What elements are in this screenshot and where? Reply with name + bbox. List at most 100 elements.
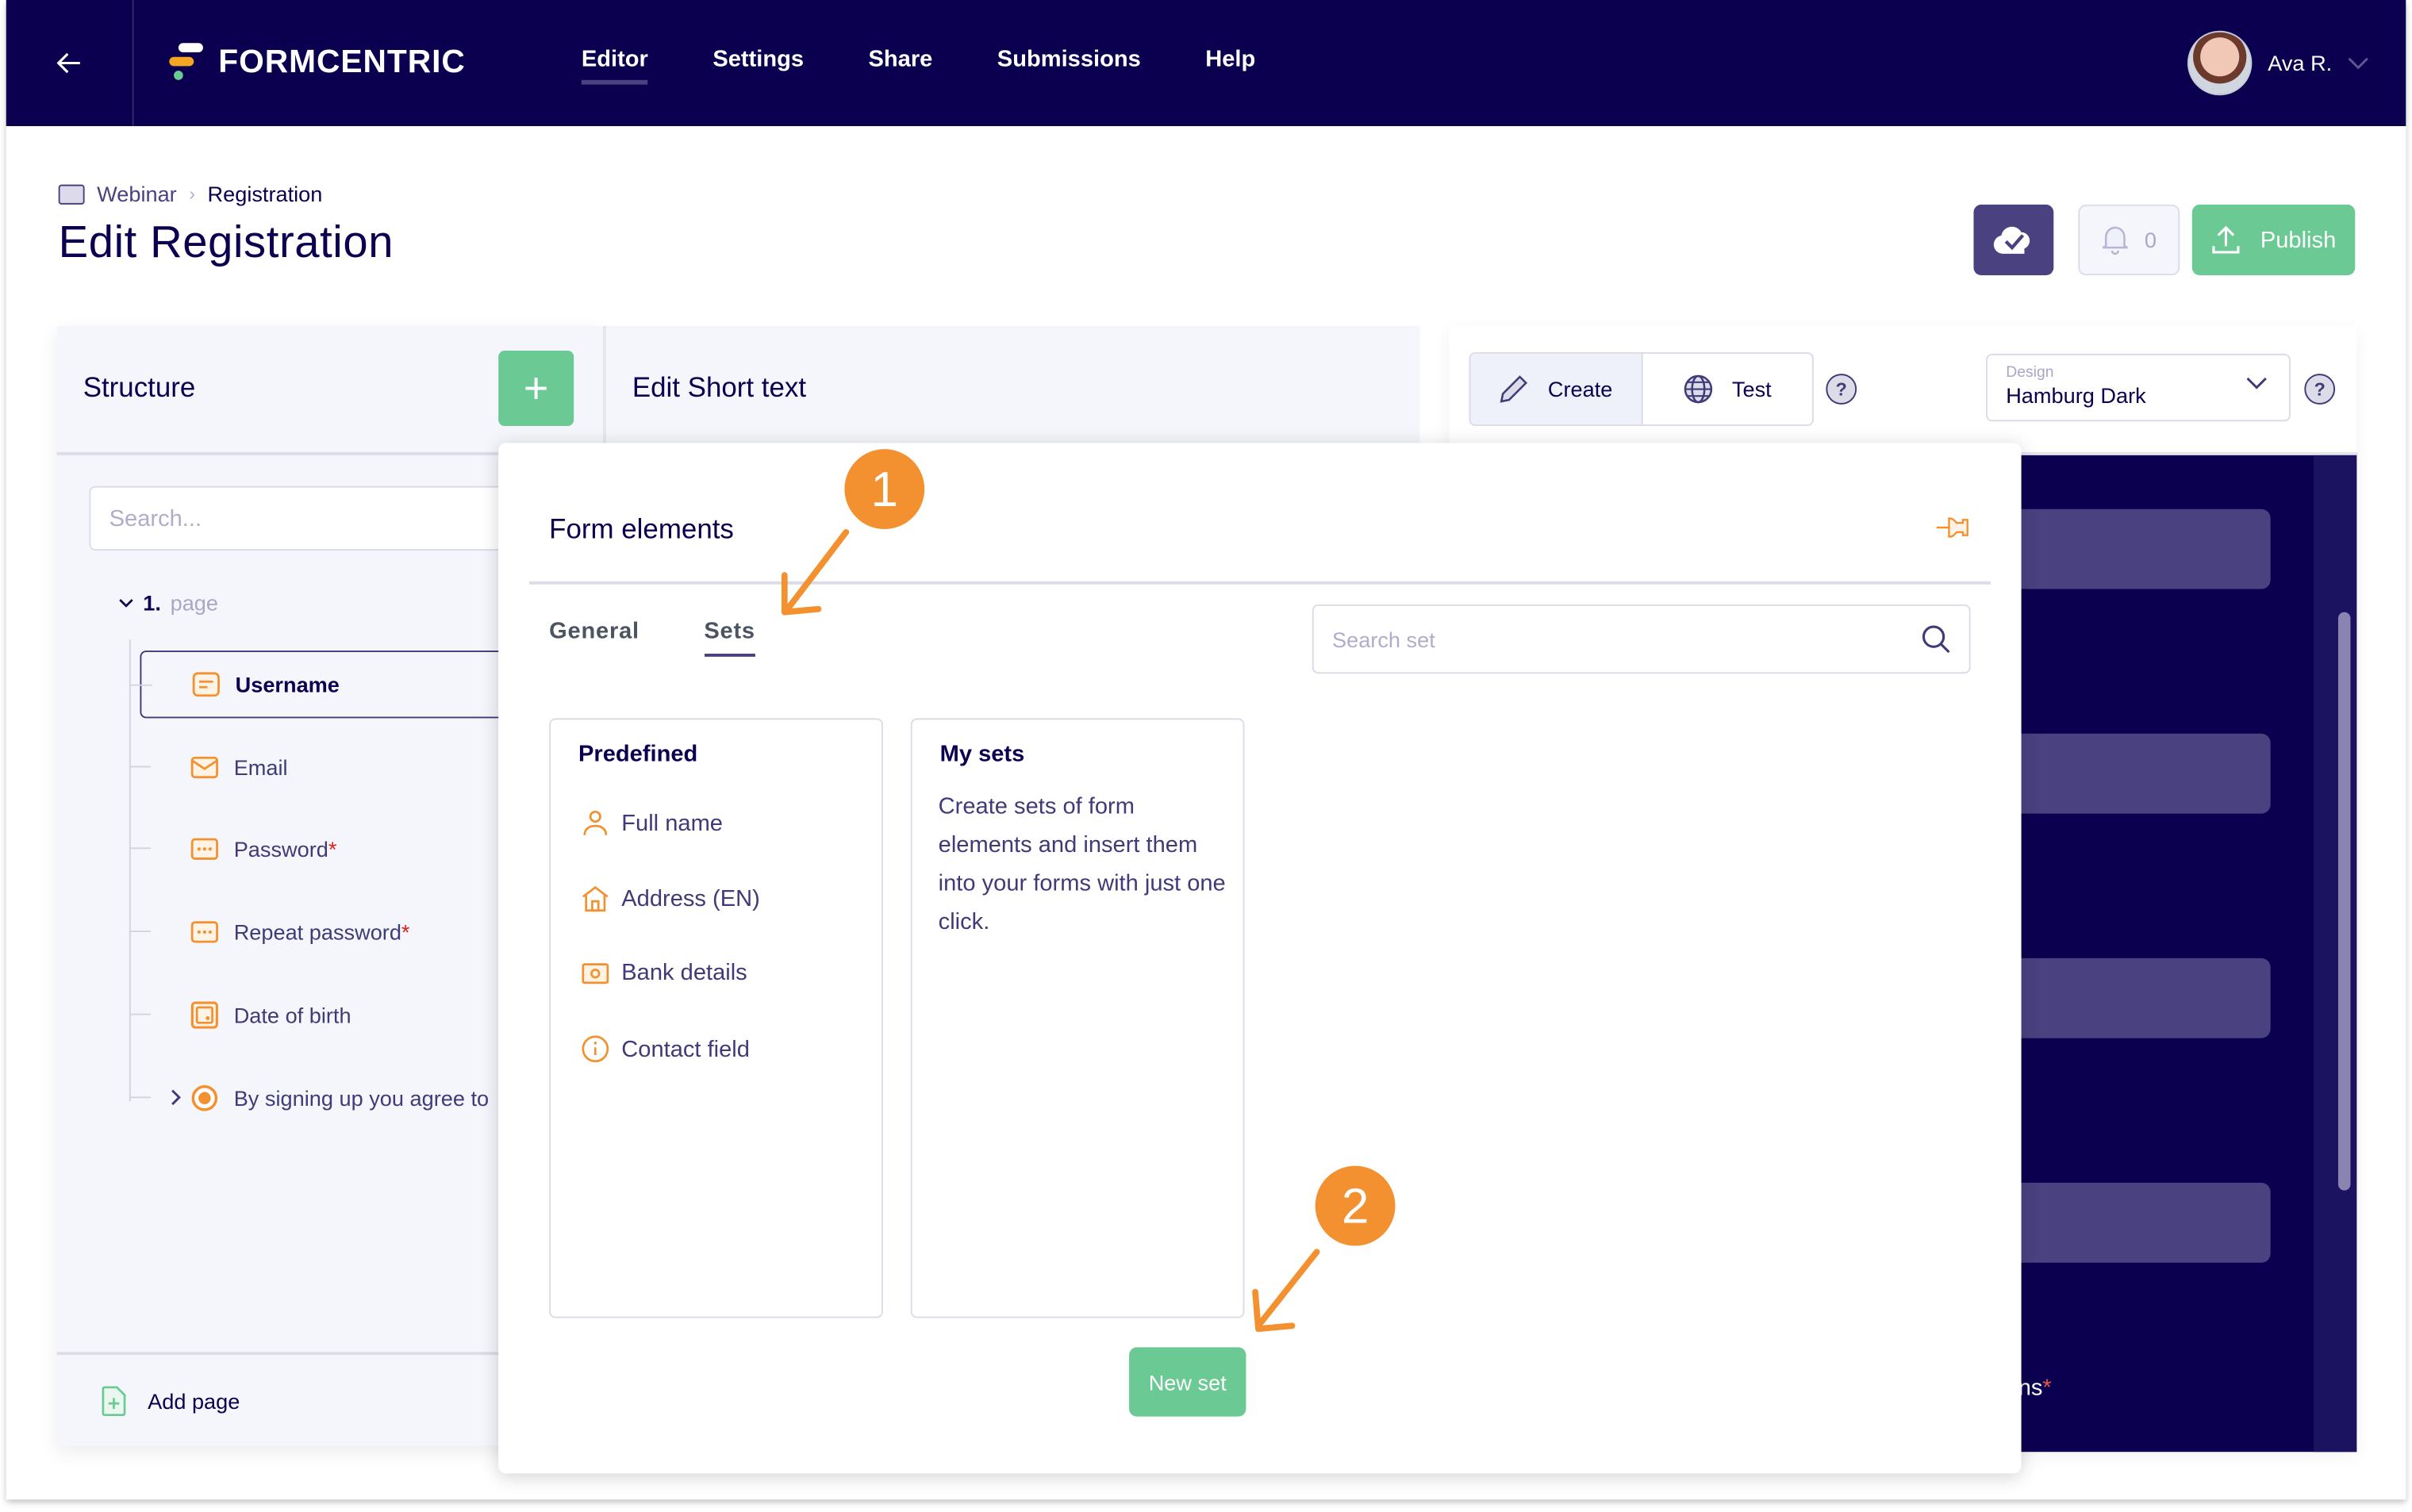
- short-text-icon: [192, 672, 220, 697]
- breadcrumb-current: Registration: [207, 181, 323, 206]
- set-search-field: [1312, 604, 1971, 674]
- mode-test-button[interactable]: Test: [1642, 354, 1812, 424]
- page-title: Edit Registration: [58, 218, 394, 268]
- top-navigation: FORMCENTRIC Editor Settings Share Submis…: [6, 0, 2406, 126]
- set-item-label: Address (EN): [621, 885, 760, 911]
- tree-item-label: Email: [233, 754, 288, 780]
- mode-create-label: Create: [1547, 377, 1613, 402]
- user-name: Ava R.: [2268, 50, 2333, 76]
- set-item-label: Bank details: [621, 959, 747, 986]
- publish-button[interactable]: Publish: [2191, 204, 2356, 276]
- brand-logo[interactable]: FORMCENTRIC: [169, 43, 466, 83]
- set-item-contact-field[interactable]: Contact field: [582, 1035, 750, 1063]
- tree-item-label: Repeat password: [233, 919, 401, 945]
- tree-item-label: Password: [233, 836, 328, 862]
- search-icon[interactable]: [1922, 624, 1951, 654]
- nav-help[interactable]: Help: [1205, 46, 1255, 82]
- card-title: Predefined: [578, 741, 698, 768]
- chevron-right-icon[interactable]: [171, 1089, 182, 1106]
- required-mark: *: [328, 836, 337, 862]
- popover-tabs: General Sets: [549, 618, 756, 657]
- design-select[interactable]: Design Hamburg Dark: [1985, 353, 2291, 422]
- set-item-label: Contact field: [621, 1035, 750, 1062]
- required-mark: *: [401, 919, 410, 945]
- mode-test-label: Test: [1731, 377, 1772, 402]
- house-icon: [582, 885, 609, 912]
- tab-sets[interactable]: Sets: [704, 618, 756, 657]
- mode-switch: Create Test: [1469, 351, 1814, 427]
- chevron-right-icon: ›: [189, 182, 196, 205]
- my-sets-description: Create sets of form elements and insert …: [938, 793, 1226, 935]
- edit-panel-title: Edit Short text: [632, 372, 807, 403]
- banknote-icon: [582, 962, 609, 984]
- annotation-badge-1: 1: [844, 449, 925, 529]
- add-page-button[interactable]: Add page: [102, 1386, 240, 1417]
- cloud-check-icon: [1993, 226, 2030, 254]
- my-sets-card: My sets Create sets of form elements and…: [910, 718, 1245, 1318]
- tree-item-label: Username: [235, 672, 340, 697]
- app-root: FORMCENTRIC Editor Settings Share Submis…: [0, 0, 2412, 1512]
- cloud-save-button[interactable]: [1973, 204, 2054, 276]
- set-item-label: Full name: [621, 809, 723, 836]
- file-plus-icon: [102, 1386, 126, 1417]
- upload-icon: [2213, 225, 2241, 254]
- annotation-arrow-1: [781, 528, 850, 616]
- password-icon: [190, 919, 218, 944]
- globe-icon: [1684, 374, 1712, 404]
- tree-line: [129, 639, 131, 1102]
- email-icon: [190, 755, 218, 780]
- nav-submissions[interactable]: Submissions: [997, 46, 1141, 82]
- bell-icon: [2102, 226, 2129, 255]
- pin-icon[interactable]: [1935, 514, 1975, 542]
- scrollbar-thumb[interactable]: [2337, 612, 2351, 1191]
- info-icon: [582, 1035, 609, 1063]
- annotation-arrow-2: [1252, 1249, 1320, 1333]
- page-number: 1.: [143, 590, 161, 616]
- annotation-badge-2: 2: [1315, 1165, 1396, 1246]
- set-item-full-name[interactable]: Full name: [582, 809, 723, 837]
- chevron-down-icon: [2246, 377, 2267, 390]
- preview-scrollbar[interactable]: [2313, 455, 2357, 1453]
- design-help-icon[interactable]: ?: [2304, 374, 2336, 405]
- tree-item-label: By signing up you agree to: [233, 1085, 490, 1111]
- user-menu[interactable]: Ava R.: [2187, 30, 2368, 96]
- notifications-count: 0: [2144, 227, 2157, 252]
- structure-title: Structure: [83, 372, 196, 403]
- page-node[interactable]: 1. page: [118, 590, 219, 616]
- add-element-button[interactable]: +: [498, 351, 574, 427]
- nav-editor[interactable]: Editor: [581, 46, 649, 85]
- preview-label: ns*: [2018, 1375, 2052, 1402]
- predefined-sets-card: Predefined Full name Address (EN) Bank d…: [549, 718, 883, 1318]
- tree-item-label: Date of birth: [233, 1003, 351, 1028]
- breadcrumb-folder[interactable]: Webinar: [97, 182, 177, 206]
- mode-create-button[interactable]: Create: [1470, 353, 1642, 425]
- set-item-address[interactable]: Address (EN): [582, 885, 760, 912]
- help-icon[interactable]: ?: [1826, 374, 1857, 405]
- brand-name: FORMCENTRIC: [218, 44, 466, 80]
- design-label: Design: [2006, 364, 2054, 382]
- structure-header: Structure +: [56, 326, 604, 455]
- arrow-left-icon: [56, 52, 80, 74]
- avatar: [2187, 30, 2253, 96]
- main-nav: Editor Settings Share Submissions Help: [581, 46, 1255, 85]
- notifications-button[interactable]: 0: [2078, 204, 2180, 276]
- calendar-icon: [190, 1001, 218, 1029]
- add-page-label: Add page: [148, 1388, 240, 1414]
- breadcrumb: Webinar › Registration: [58, 181, 323, 206]
- publish-label: Publish: [2260, 226, 2337, 253]
- radio-icon: [190, 1085, 218, 1111]
- pencil-icon: [1500, 375, 1528, 403]
- back-button[interactable]: [6, 0, 134, 126]
- chevron-down-icon: [2348, 57, 2368, 70]
- page-label: page: [170, 590, 219, 616]
- set-item-bank-details[interactable]: Bank details: [582, 960, 747, 986]
- nav-share[interactable]: Share: [869, 46, 933, 82]
- set-search-input[interactable]: [1313, 605, 1936, 673]
- card-title: My sets: [939, 741, 1025, 768]
- new-set-button[interactable]: New set: [1129, 1347, 1246, 1417]
- popover-title: Form elements: [549, 513, 734, 545]
- nav-settings[interactable]: Settings: [712, 46, 804, 82]
- tab-general[interactable]: General: [549, 618, 639, 650]
- person-icon: [583, 810, 608, 835]
- divider: [528, 581, 1991, 585]
